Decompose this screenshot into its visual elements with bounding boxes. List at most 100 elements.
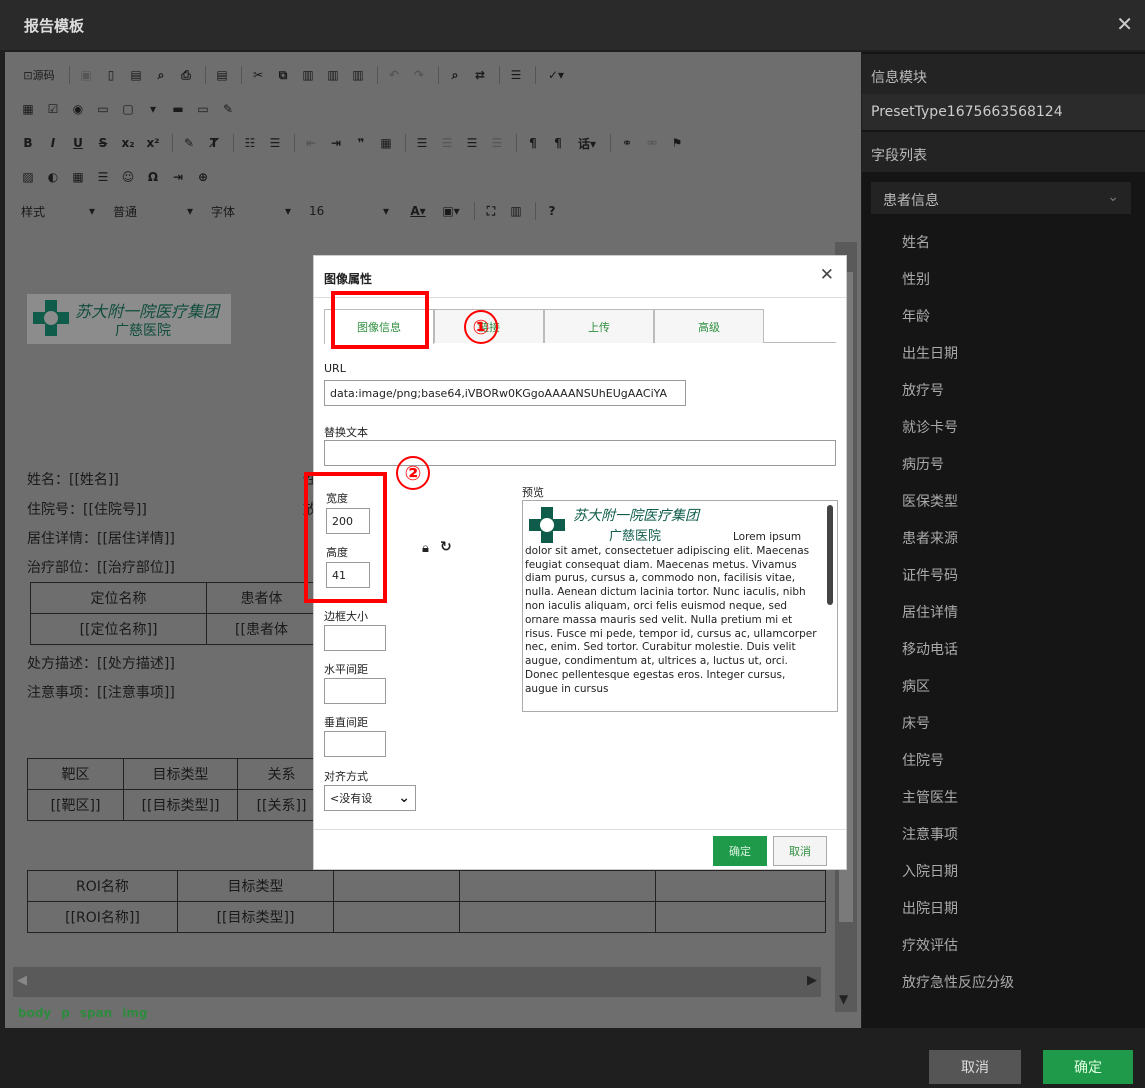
scroll-right-icon[interactable]: ▶ — [807, 973, 817, 988]
paste-icon[interactable]: ▥ — [297, 64, 319, 86]
field-item[interactable]: 注意事项 — [902, 824, 1014, 861]
tab-advanced[interactable]: 高级 — [654, 309, 764, 343]
path-item[interactable]: p — [61, 1006, 70, 1020]
font-size-dropdown[interactable]: 16 ▾ — [305, 200, 393, 222]
indent-icon[interactable]: ⇥ — [325, 132, 347, 154]
tab-upload[interactable]: 上传 — [544, 309, 654, 343]
logo-image[interactable]: 苏大附一院医疗集团 广慈医院 — [27, 294, 231, 344]
unlink-icon[interactable]: ⚮ — [641, 132, 663, 154]
copy-format-icon[interactable]: ✎ — [178, 132, 200, 154]
preview-icon[interactable]: ⌕ — [150, 64, 172, 86]
radio-icon[interactable]: ◉ — [67, 98, 89, 120]
height-input[interactable] — [326, 562, 370, 588]
path-item[interactable]: body — [18, 1006, 51, 1020]
vspace-input[interactable] — [324, 731, 386, 757]
scroll-down-icon[interactable]: ▼ — [839, 992, 848, 1006]
select-all-icon[interactable]: ☰ — [505, 64, 527, 86]
image-icon[interactable]: ▨ — [17, 166, 39, 188]
dialog-close-icon[interactable]: ✕ — [820, 265, 834, 285]
paste-word-icon[interactable]: ▥ — [347, 64, 369, 86]
border-input[interactable] — [324, 625, 386, 651]
align-select[interactable]: <没有设 ⌄ — [324, 785, 416, 811]
table-icon[interactable]: ▦ — [67, 166, 89, 188]
maximize-icon[interactable]: ⛶ — [480, 200, 502, 222]
lock-ratio-icon[interactable]: 🔒︎ — [422, 541, 429, 556]
spellcheck-icon[interactable]: ✓▾ — [541, 64, 571, 86]
div-icon[interactable]: ▦ — [375, 132, 397, 154]
superscript-icon[interactable]: x² — [142, 132, 164, 154]
copy-icon[interactable]: ⧉ — [272, 64, 294, 86]
save-icon[interactable]: ▣ — [75, 64, 97, 86]
close-icon[interactable]: ✕ — [1116, 12, 1133, 36]
bg-color-icon[interactable]: ▣▾ — [436, 200, 466, 222]
horizontal-rule-icon[interactable]: ☰ — [92, 166, 114, 188]
bold-icon[interactable]: B — [17, 132, 39, 154]
replace-icon[interactable]: ⇄ — [469, 64, 491, 86]
field-item[interactable]: 病区 — [902, 676, 1014, 713]
field-item[interactable]: 居住详情 — [902, 602, 1014, 639]
field-item[interactable]: 入院日期 — [902, 861, 1014, 898]
flash-icon[interactable]: ◐ — [42, 166, 64, 188]
preview-scrollbar[interactable] — [827, 505, 833, 605]
form-icon[interactable]: ▦ — [17, 98, 39, 120]
print-icon[interactable]: ⎙ — [175, 64, 197, 86]
field-item[interactable]: 移动电话 — [902, 639, 1014, 676]
styles-dropdown[interactable]: 样式 ▾ — [17, 200, 99, 222]
bullet-list-icon[interactable]: ☰ — [264, 132, 286, 154]
field-item[interactable]: 放疗急性反应分级 — [902, 972, 1014, 1009]
language-icon[interactable]: 话▾ — [572, 132, 602, 154]
special-char-icon[interactable]: Ω — [142, 166, 164, 188]
width-input[interactable] — [326, 508, 370, 534]
italic-icon[interactable]: I — [42, 132, 64, 154]
patient-info-group[interactable]: 患者信息 ⌄ — [871, 182, 1131, 214]
scroll-left-icon[interactable]: ◀ — [17, 973, 27, 988]
field-item[interactable]: 医保类型 — [902, 491, 1014, 528]
button-field-icon[interactable]: ▬ — [167, 98, 189, 120]
field-item[interactable]: 性别 — [902, 269, 1014, 306]
templates-icon[interactable]: ▤ — [211, 64, 233, 86]
anchor-icon[interactable]: ⚑ — [666, 132, 688, 154]
link-icon[interactable]: ⚭ — [616, 132, 638, 154]
strike-icon[interactable]: S — [92, 132, 114, 154]
paste-text-icon[interactable]: ▥ — [322, 64, 344, 86]
text-color-icon[interactable]: A▾ — [403, 200, 433, 222]
iframe-icon[interactable]: ⊕ — [192, 166, 214, 188]
textfield-icon[interactable]: ▭ — [92, 98, 114, 120]
dialog-cancel-button[interactable]: 取消 — [773, 836, 827, 866]
preset-type-item[interactable]: PresetType1675663568124 — [862, 94, 1145, 130]
horizontal-scrollbar[interactable]: ◀ ▶ — [13, 967, 821, 997]
undo-icon[interactable]: ↶ — [383, 64, 405, 86]
font-dropdown[interactable]: 字体 ▾ — [207, 200, 295, 222]
footer-cancel-button[interactable]: 取消 — [929, 1050, 1021, 1084]
field-item[interactable]: 出生日期 — [902, 343, 1014, 380]
field-item[interactable]: 病历号 — [902, 454, 1014, 491]
textarea-icon[interactable]: ▢ — [117, 98, 139, 120]
smiley-icon[interactable]: ☺ — [117, 166, 139, 188]
rtl-icon[interactable]: ¶ — [547, 132, 569, 154]
reset-size-icon[interactable]: ↻ — [440, 539, 452, 555]
ltr-icon[interactable]: ¶ — [522, 132, 544, 154]
hidden-field-icon[interactable]: ✎ — [217, 98, 239, 120]
field-item[interactable]: 患者来源 — [902, 528, 1014, 565]
select-field-icon[interactable]: ▾ — [142, 98, 164, 120]
field-item[interactable]: 姓名 — [902, 232, 1014, 269]
field-item[interactable]: 放疗号 — [902, 380, 1014, 417]
field-item[interactable]: 疗效评估 — [902, 935, 1014, 972]
subscript-icon[interactable]: x₂ — [117, 132, 139, 154]
hspace-input[interactable] — [324, 678, 386, 704]
align-center-icon[interactable]: ☰ — [436, 132, 458, 154]
blockquote-icon[interactable]: ❞ — [350, 132, 372, 154]
field-item[interactable]: 就诊卡号 — [902, 417, 1014, 454]
checkbox-icon[interactable]: ☑ — [42, 98, 64, 120]
field-item[interactable]: 床号 — [902, 713, 1014, 750]
field-item[interactable]: 出院日期 — [902, 898, 1014, 935]
tab-image-info[interactable]: 图像信息 — [324, 309, 434, 344]
url-input[interactable] — [324, 380, 686, 406]
cut-icon[interactable]: ✂ — [247, 64, 269, 86]
pdf-icon[interactable]: ▤ — [125, 64, 147, 86]
align-justify-icon[interactable]: ☰ — [486, 132, 508, 154]
show-blocks-icon[interactable]: ▥ — [505, 200, 527, 222]
footer-ok-button[interactable]: 确定 — [1043, 1050, 1133, 1084]
dialog-ok-button[interactable]: 确定 — [713, 836, 767, 866]
format-dropdown[interactable]: 普通 ▾ — [109, 200, 197, 222]
